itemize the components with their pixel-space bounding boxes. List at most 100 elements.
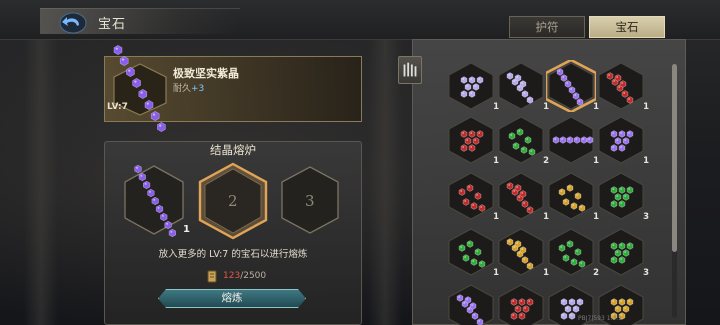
gem-crystal [476,130,484,138]
gem-slot[interactable]: 2 [496,114,549,166]
smelt-cost: 123/2500 [223,271,267,281]
gem-crystal [460,144,468,152]
gem-highlight [512,314,514,316]
gem-slot[interactable]: 3 [596,226,649,278]
gem-highlight [528,98,530,100]
tab-gem[interactable]: 宝石 [589,16,665,38]
gem-highlight [144,182,147,185]
gem-highlight [616,139,618,141]
gem-slot[interactable]: 1 [544,58,599,114]
gem-crystal [142,180,151,190]
gem-crystal [622,305,630,313]
gem-crystal [610,298,618,306]
scrollbar-thumb[interactable] [672,64,677,252]
gem-crystal [558,244,566,252]
gem-highlight [566,82,568,84]
build-id: PBJ7|593 1.3.1 [578,315,622,322]
gem-highlight [570,300,572,302]
gem-slot[interactable]: 1 [496,60,549,112]
tab-amulet[interactable]: 护符 [509,16,585,38]
gem-highlight [628,300,630,302]
gem-crystal [471,312,479,320]
gem-crystal [506,238,514,246]
gem-slot[interactable]: 3 [596,170,649,222]
gem-slot[interactable]: 1 [546,114,599,166]
gem-crystal [559,136,567,144]
gem-crystal [474,248,482,256]
furnace-slot-1-count: 1 [183,224,190,235]
sort-button[interactable] [398,56,422,84]
gem-crystal [164,220,172,230]
gem-slot-frame [448,228,494,276]
gem-crystal [570,258,578,266]
gem-slot-frame [548,228,594,276]
gem-crystal [622,249,630,257]
gem-highlight [518,86,520,88]
gem-crystal [520,146,528,154]
gem-slot[interactable]: 1 [596,60,649,112]
gem-crystal [466,184,474,192]
gem-crystal [622,137,630,145]
gem-highlight [524,307,526,309]
gem-highlight [620,146,622,148]
gem-highlight [572,204,574,206]
gem-highlight [580,262,582,264]
gem-crystal [478,260,486,268]
gem-crystal [622,193,630,201]
gem-slot[interactable]: 1 [596,114,649,166]
gem-slot[interactable]: 1 [446,170,499,222]
gem-crystal [160,212,168,222]
gem-crystal [462,254,470,262]
gem-slot[interactable] [446,282,496,325]
gem-crystal [572,92,580,100]
gem-crystal [614,305,622,313]
gem-crystal [610,256,618,264]
gem-highlight [513,80,515,82]
gem-slot-icon [598,62,644,110]
gem-crystal [113,45,123,55]
gem-highlight [153,198,156,201]
gem-highlight [561,138,563,140]
gem-crystal [157,122,166,132]
gem-slot-icon [448,228,494,276]
gem-highlight [530,150,532,152]
gem-highlight [564,200,566,202]
gem-slot[interactable]: 1 [446,114,499,166]
gem-slot[interactable]: 1 [496,170,549,222]
gem-highlight [462,132,464,134]
gem-highlight [628,188,630,190]
gem-crystal [562,254,570,262]
gem-slot-icon [498,116,544,164]
gem-highlight [464,200,466,202]
gem-highlight [512,300,514,302]
gem-slot[interactable]: 1 [446,60,499,112]
gem-highlight [523,202,525,204]
gem-highlight [572,260,574,262]
gem-crystal [521,200,529,208]
gem-highlight [468,242,470,244]
gem-highlight [464,256,466,258]
gem-crystal [521,90,529,98]
back-arrow-icon[interactable] [58,9,88,35]
gem-highlight [516,76,518,78]
gem-slot[interactable]: 1 [546,170,599,222]
gem-slot[interactable]: 1 [496,226,549,278]
gem-crystal [522,305,530,313]
gem-crystal [576,98,584,106]
gem-highlight [462,146,464,148]
gem-highlight [568,242,570,244]
item-level: LV:7 [107,102,128,112]
gem-highlight [624,251,626,253]
furnace-hint: 放入更多的 LV:7 的宝石以进行熔炼 [158,249,308,260]
smelt-button[interactable]: 熔炼 [158,289,306,308]
gem-highlight [516,307,518,309]
gem-highlight [166,222,169,225]
gem-crystal [618,200,626,208]
gem-slot[interactable] [496,282,546,325]
gem-highlight [462,78,464,80]
gem-slot[interactable]: 1 [446,226,499,278]
gem-crystal [468,76,476,84]
gem-slot[interactable]: 2 [546,226,599,278]
gem-crystal [626,96,634,104]
gem-crystal [564,80,572,88]
